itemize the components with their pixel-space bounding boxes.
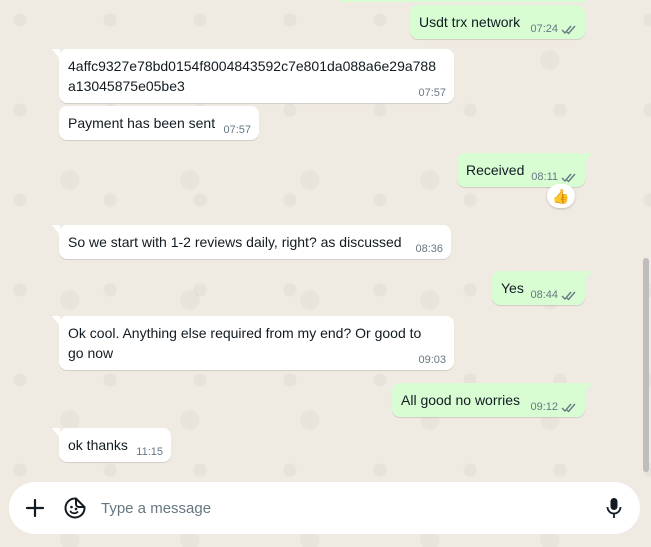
message-text: 4affc9327e78bd0154f8004843592c7e801da088… [68,58,437,94]
message-time: 09:03 [418,354,446,366]
message-input[interactable] [93,498,596,518]
double-check-icon [561,403,576,413]
message-meta: 08:36 [415,242,443,256]
reaction-badge[interactable]: 👍 [547,184,575,208]
message-meta: 08:44 [530,288,577,302]
attach-button[interactable] [17,490,53,526]
message-time: 07:57 [223,124,251,136]
message-text: Payment has been sent [68,115,216,131]
message-outgoing[interactable]: Yes 08:44 [492,271,592,305]
message-meta: 11:15 [136,445,163,459]
message-text: Ok cool. Anything else required from my … [68,325,422,361]
double-check-icon [561,25,576,35]
message-time: 07:24 [530,23,558,35]
double-check-icon [561,173,576,183]
message-time: 11:15 [136,446,163,458]
message-composer [9,482,640,534]
sticker-icon [64,497,86,519]
plus-icon [25,498,45,518]
message-meta: 07:57 [418,86,446,100]
message-text: So we start with 1-2 reviews daily, righ… [68,234,402,250]
voice-message-button[interactable] [596,490,632,526]
message-outgoing[interactable]: All good no worries 09:12 [392,383,592,417]
message-outgoing[interactable]: Received 08:11 [457,153,592,187]
message-text: Usdt trx network [419,14,521,30]
double-check-icon [561,291,576,301]
message-meta: 08:11 [531,170,577,184]
chat-scrollbar[interactable] [643,258,649,472]
message-time: 09:12 [530,401,558,413]
message-incoming[interactable]: 4affc9327e78bd0154f8004843592c7e801da088… [52,49,454,103]
microphone-icon [606,498,622,518]
message-incoming[interactable]: So we start with 1-2 reviews daily, righ… [52,225,451,259]
previous-message-edge [340,0,585,2]
message-time: 08:11 [531,171,558,183]
message-time: 08:36 [415,243,443,255]
message-incoming[interactable]: Ok cool. Anything else required from my … [52,316,454,370]
message-text: ok thanks [68,437,128,453]
message-time: 07:57 [418,87,446,99]
message-incoming[interactable]: Payment has been sent 07:57 [59,106,259,140]
message-text: All good no worries [401,392,521,408]
message-meta: 07:57 [223,123,251,137]
message-outgoing[interactable]: Usdt trx network 07:24 [410,5,585,39]
message-time: 08:44 [530,289,558,301]
message-meta: 09:03 [418,353,446,367]
message-meta: 09:12 [530,400,577,414]
sticker-button[interactable] [57,490,93,526]
chat-panel: Usdt trx network 07:24 4affc9327e78bd015… [0,0,651,547]
message-meta: 07:24 [530,22,577,36]
message-incoming[interactable]: ok thanks 11:15 [52,428,171,462]
message-text: Received [466,162,525,178]
message-text: Yes [501,280,524,296]
thumbs-up-icon: 👍 [552,187,570,204]
